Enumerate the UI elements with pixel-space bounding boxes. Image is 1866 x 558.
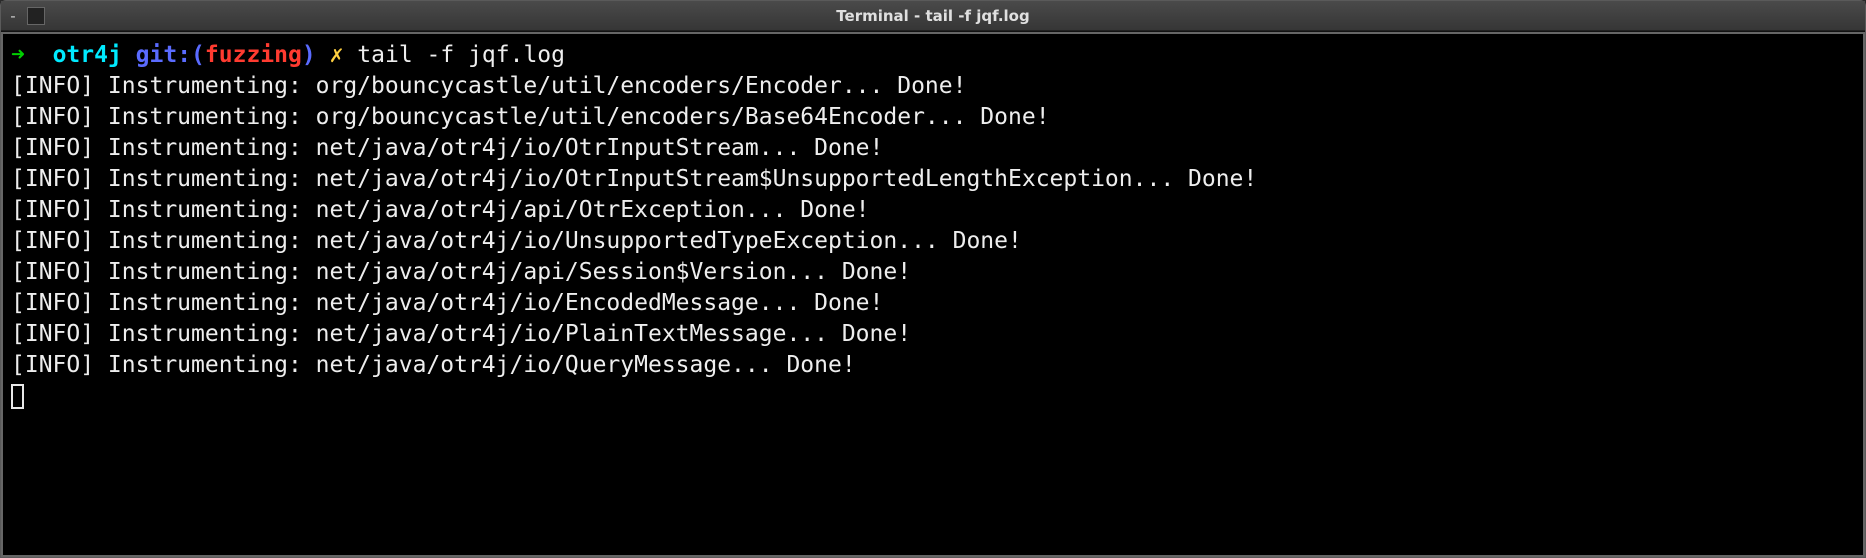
prompt-command: tail -f jqf.log [357, 42, 565, 68]
window-title: Terminal - tail -f jqf.log [1, 7, 1865, 25]
prompt-dirty-icon: ✗ [330, 42, 344, 68]
terminal-area: ➜ otr4j git:(fuzzing) ✗ tail -f jqf.log … [1, 31, 1865, 557]
terminal-window: ‐ Terminal - tail -f jqf.log ➜ otr4j git… [0, 0, 1866, 558]
prompt-branch: fuzzing [205, 42, 302, 68]
log-lines: [INFO] Instrumenting: org/bouncycastle/u… [11, 71, 1843, 381]
log-line: [INFO] Instrumenting: net/java/otr4j/io/… [11, 350, 1843, 381]
terminal-output[interactable]: ➜ otr4j git:(fuzzing) ✗ tail -f jqf.log … [1, 32, 1851, 557]
log-line: [INFO] Instrumenting: net/java/otr4j/io/… [11, 319, 1843, 350]
app-icon [27, 7, 45, 25]
scrollbar-thumb[interactable] [1852, 36, 1862, 116]
scrollbar[interactable] [1851, 32, 1865, 557]
prompt-git-label: git:( [136, 42, 205, 68]
log-line: [INFO] Instrumenting: org/bouncycastle/u… [11, 102, 1843, 133]
prompt-arrow: ➜ [11, 42, 25, 68]
log-line: [INFO] Instrumenting: net/java/otr4j/io/… [11, 226, 1843, 257]
log-line: [INFO] Instrumenting: org/bouncycastle/u… [11, 71, 1843, 102]
titlebar-controls: ‐ [7, 7, 45, 25]
minimize-button[interactable]: ‐ [7, 10, 19, 22]
log-line: [INFO] Instrumenting: net/java/otr4j/io/… [11, 133, 1843, 164]
log-line: [INFO] Instrumenting: net/java/otr4j/api… [11, 257, 1843, 288]
prompt-git-close: ) [302, 42, 316, 68]
prompt-dir: otr4j [53, 42, 122, 68]
log-line: [INFO] Instrumenting: net/java/otr4j/io/… [11, 164, 1843, 195]
prompt-line: ➜ otr4j git:(fuzzing) ✗ tail -f jqf.log [11, 42, 565, 68]
log-line: [INFO] Instrumenting: net/java/otr4j/api… [11, 195, 1843, 226]
terminal-cursor [11, 384, 24, 409]
log-line: [INFO] Instrumenting: net/java/otr4j/io/… [11, 288, 1843, 319]
window-titlebar[interactable]: ‐ Terminal - tail -f jqf.log [1, 1, 1865, 31]
